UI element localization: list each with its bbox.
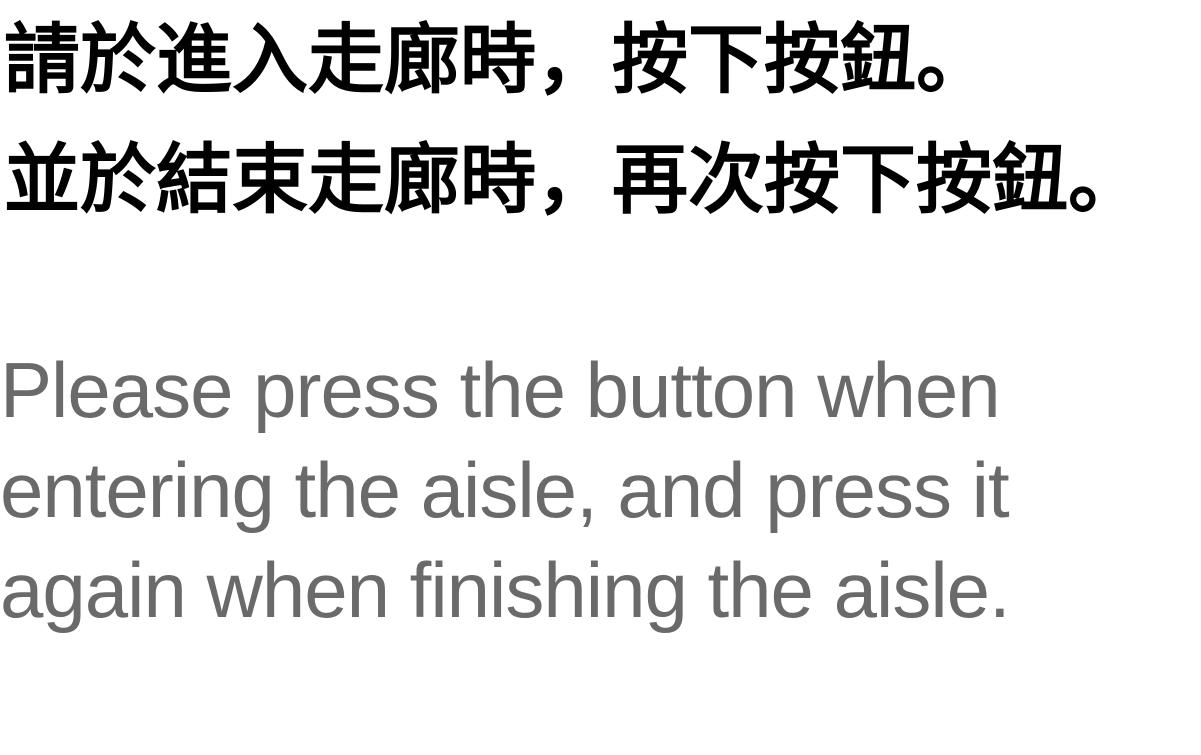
chinese-instruction-line-1: 請於進入走廊時，按下按鈕。 — [4, 15, 992, 104]
chinese-instructions: 請於進入走廊時，按下按鈕。 並於結束走廊時，再次按下按鈕。 — [4, 0, 1199, 240]
english-instruction-line-3: again when finishing the aisle. — [0, 546, 1011, 634]
english-instruction-line-2: entering the aisle, and press it — [0, 446, 1010, 534]
english-instructions: Please press the button when entering th… — [0, 340, 1195, 640]
chinese-instruction-line-2: 並於結束走廊時，再次按下按鈕。 — [4, 135, 1144, 224]
instruction-sign: 請於進入走廊時，按下按鈕。 並於結束走廊時，再次按下按鈕。 Please pre… — [0, 0, 1201, 755]
english-instruction-line-1: Please press the button when — [0, 346, 1001, 434]
